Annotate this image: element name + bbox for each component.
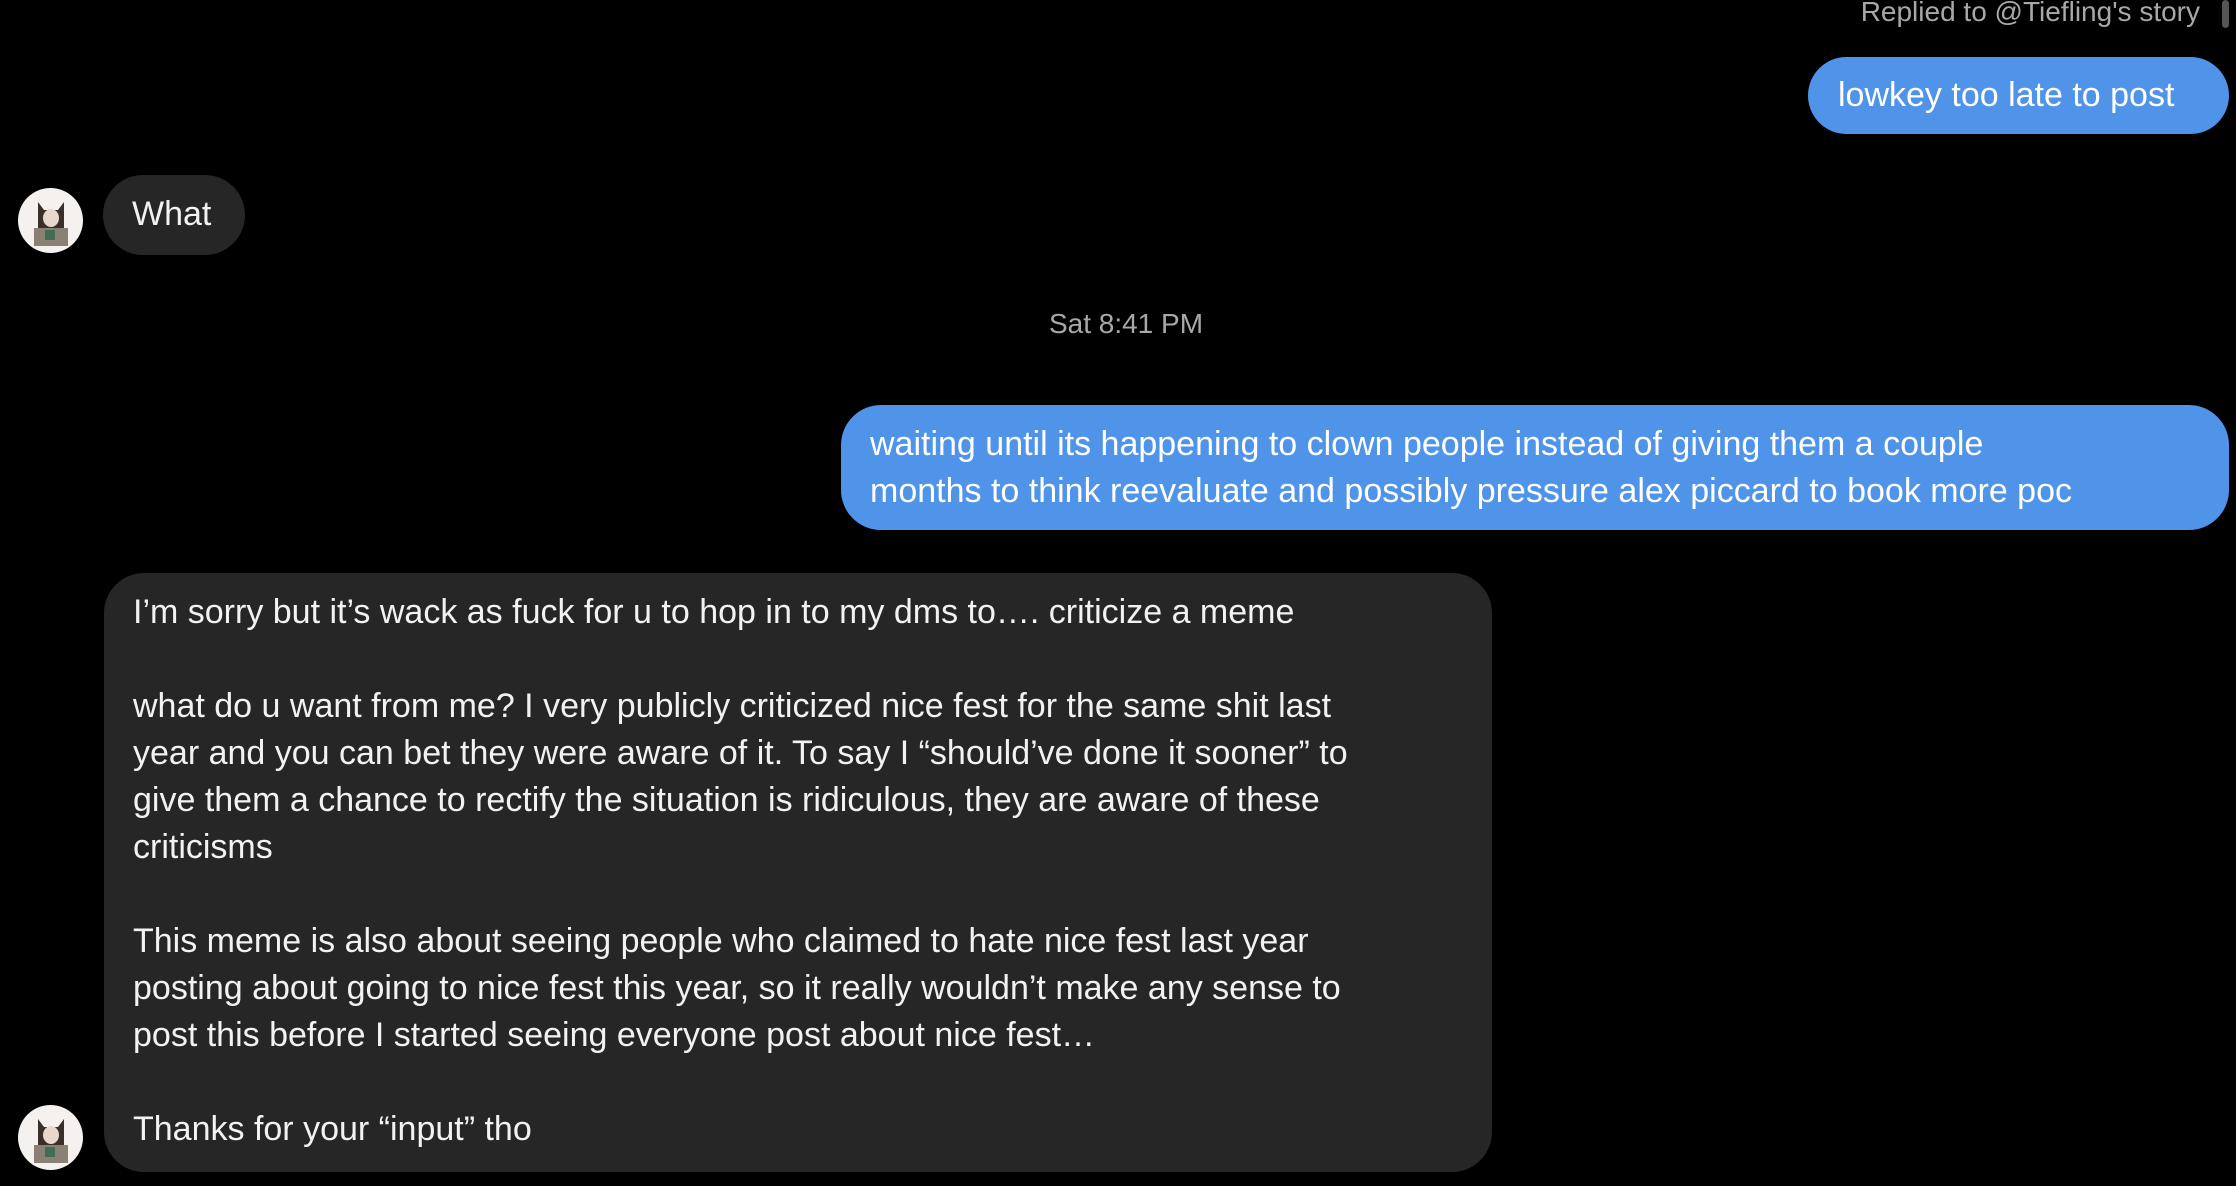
message-outgoing[interactable]: lowkey too late to post xyxy=(1808,57,2229,134)
avatar-illustration-icon xyxy=(34,202,68,246)
replied-to-story-label: Replied to @Tiefling's story xyxy=(1860,0,2200,27)
message-text: What xyxy=(132,195,212,233)
message-text-line: waiting until its happening to clown peo… xyxy=(870,425,1984,463)
message-text-line: what do u want from me? I very publicly … xyxy=(133,687,1332,725)
message-outgoing[interactable]: waiting until its happening to clown peo… xyxy=(841,405,2229,530)
message-text-line: posting about going to nice fest this ye… xyxy=(133,969,1341,1007)
contact-avatar[interactable] xyxy=(18,188,83,253)
message-text-line: criticisms xyxy=(133,828,273,866)
message-text-line: I’m sorry but it’s wack as fuck for u to… xyxy=(133,593,1295,631)
message-text-line: year and you can bet they were aware of … xyxy=(133,734,1348,772)
scrollbar[interactable] xyxy=(2222,0,2229,28)
message-incoming[interactable]: I’m sorry but it’s wack as fuck for u to… xyxy=(104,573,1492,1172)
message-text: lowkey too late to post xyxy=(1838,76,2175,114)
message-text-line: Thanks for your “input” tho xyxy=(133,1110,532,1148)
message-text-line: months to think reevaluate and possibly … xyxy=(870,472,2072,510)
message-incoming[interactable]: What xyxy=(103,175,245,255)
message-text-line: This meme is also about seeing people wh… xyxy=(133,922,1309,960)
message-text-line: post this before I started seeing everyo… xyxy=(133,1016,1096,1054)
message-text-line: give them a chance to rectify the situat… xyxy=(133,781,1320,819)
contact-avatar[interactable] xyxy=(18,1105,83,1170)
message-timestamp: Sat 8:41 PM xyxy=(1048,308,1204,339)
avatar-illustration-icon xyxy=(34,1119,68,1163)
